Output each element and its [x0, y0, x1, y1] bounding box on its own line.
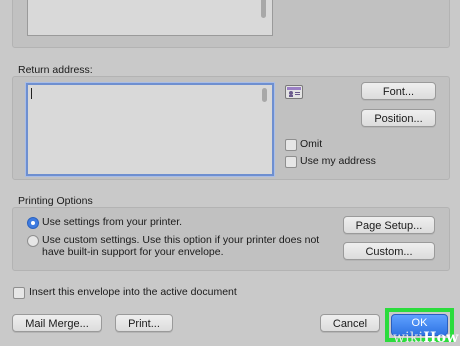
font-button[interactable]: Font... — [361, 82, 436, 100]
radio-printer-settings[interactable] — [27, 217, 39, 229]
radio-custom-settings[interactable] — [27, 235, 39, 247]
radio-custom-settings-label-1: Use custom settings. Use this option if … — [42, 234, 320, 246]
watermark-how: How — [423, 330, 459, 346]
delivery-address-field[interactable] — [27, 0, 273, 36]
return-address-heading: Return address: — [18, 64, 93, 76]
custom-button[interactable]: Custom... — [343, 242, 435, 260]
wikihow-watermark: wikiHow — [393, 330, 458, 346]
use-my-address-checkbox[interactable] — [285, 156, 297, 168]
return-address-field[interactable] — [26, 83, 274, 176]
printing-options-heading: Printing Options — [18, 195, 93, 207]
cancel-button[interactable]: Cancel — [320, 314, 380, 332]
return-address-scrollbar[interactable] — [262, 88, 267, 102]
use-my-address-label: Use my address — [300, 155, 376, 167]
radio-custom-settings-label-2: have built-in support for your envelope. — [42, 246, 224, 258]
omit-label: Omit — [300, 138, 323, 150]
watermark-wiki: wiki — [393, 330, 424, 346]
print-button[interactable]: Print... — [115, 314, 173, 332]
position-button[interactable]: Position... — [361, 109, 436, 127]
address-book-icon[interactable] — [285, 85, 303, 99]
page-setup-button[interactable]: Page Setup... — [343, 216, 435, 234]
text-cursor — [31, 88, 32, 99]
delivery-address-scrollbar[interactable] — [261, 0, 266, 18]
omit-checkbox[interactable] — [285, 139, 297, 151]
mail-merge-button[interactable]: Mail Merge... — [12, 314, 102, 332]
insert-envelope-checkbox[interactable] — [13, 287, 25, 299]
radio-printer-settings-label: Use settings from your printer. — [42, 216, 183, 228]
insert-envelope-label: Insert this envelope into the active doc… — [29, 286, 237, 298]
